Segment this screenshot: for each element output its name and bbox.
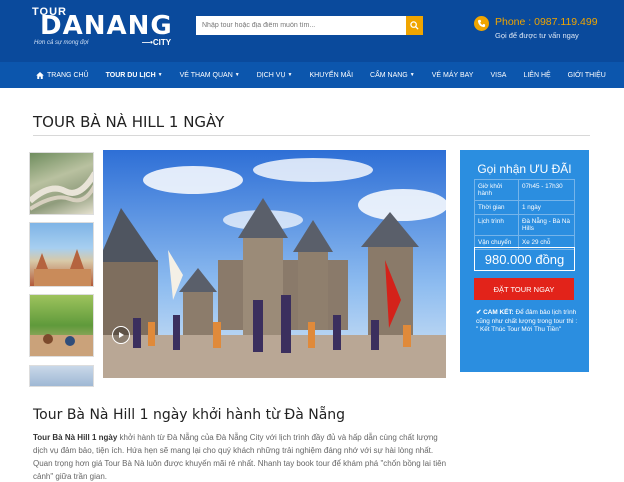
chevron-down-icon: ▼ (409, 72, 415, 78)
nav-label: TOUR DU LỊCH (105, 71, 156, 79)
search-input[interactable] (196, 16, 406, 35)
nav-visa[interactable]: VISA (490, 72, 506, 79)
article-heading: Tour Bà Nà Hill 1 ngày khởi hành từ Đà N… (33, 407, 346, 423)
nav-label: CẨM NANG (370, 71, 408, 79)
info-key: Lịch trình (475, 215, 519, 235)
nav-label: LIÊN HỆ (523, 71, 551, 79)
commitment-label: ✔ CAM KẾT: (476, 309, 514, 316)
phone-subtext: Gọi để được tư vấn ngay (495, 31, 579, 40)
nav-ve-may-bay[interactable]: VÉ MÁY BAY (432, 72, 474, 79)
nav-label: DỊCH VỤ (256, 71, 286, 79)
nav-label: KHUYẾN MÃI (309, 71, 354, 79)
info-row: Thời gian 1 ngày (475, 201, 574, 215)
hero-image[interactable] (103, 150, 446, 378)
booking-title: Gọi nhận ƯU ĐÃI (477, 162, 572, 176)
main-nav: TRANG CHỦ TOUR DU LỊCH ▼ VÉ THAM QUAN ▼ DỊ… (0, 62, 624, 88)
nav-home-label: TRANG CHỦ (47, 71, 89, 79)
article-lead: Tour Bà Nà Hill 1 ngày (33, 433, 118, 442)
logo-brand-text: DANANG (40, 11, 173, 41)
book-tour-button[interactable]: ĐẶT TOUR NGAY (474, 278, 574, 300)
chevron-down-icon: ▼ (287, 72, 293, 78)
info-value: Đà Nẵng - Bà Nà Hills (522, 218, 570, 232)
nav-tour-du-lich[interactable]: TOUR DU LỊCH ▼ (106, 72, 163, 79)
info-value: 1 ngày (522, 204, 541, 211)
nav-home[interactable]: TRANG CHỦ (36, 71, 89, 79)
gallery-thumbnail[interactable] (29, 365, 94, 387)
gallery-thumbnail[interactable] (29, 222, 94, 287)
nav-label: GIỚI THIỆU (567, 71, 606, 79)
info-key: Giờ khởi hành (475, 180, 519, 200)
info-value: 07h45 - 17h30 (522, 183, 563, 190)
search-button[interactable] (406, 16, 423, 35)
logo-city-text: —•CITY (142, 38, 172, 47)
title-divider (33, 135, 590, 136)
article-body: Tour Bà Nà Hill 1 ngày khởi hành từ Đà N… (33, 431, 453, 482)
nav-label: VÉ MÁY BAY (431, 71, 474, 79)
info-row: Lịch trình Đà Nẵng - Bà Nà Hills (475, 215, 574, 236)
chevron-down-icon: ▼ (157, 72, 163, 78)
nav-dich-vu[interactable]: DỊCH VỤ ▼ (257, 72, 293, 79)
play-icon (119, 332, 124, 338)
page-title: TOUR BÀ NÀ HILL 1 NGÀY (33, 113, 225, 131)
price-display: 980.000 đồng (474, 247, 575, 271)
nav-lien-he[interactable]: LIÊN HỆ (523, 72, 550, 79)
chevron-down-icon: ▼ (234, 72, 240, 78)
nav-gioi-thieu[interactable]: GIỚI THIỆU (568, 72, 606, 79)
home-icon (36, 71, 44, 79)
play-video-button[interactable] (112, 326, 130, 344)
nav-khuyen-mai[interactable]: KHUYẾN MÃI (309, 72, 353, 79)
info-row: Giờ khởi hành 07h45 - 17h30 (475, 180, 574, 201)
header: TOUR DANANG Hơn cả sự mong đợi —•CITY Ph… (0, 0, 624, 62)
gallery-thumbnail[interactable] (29, 152, 94, 215)
site-logo[interactable]: TOUR DANANG Hơn cả sự mong đợi —•CITY (32, 6, 172, 47)
search-icon (410, 21, 419, 30)
gallery-thumbnail[interactable] (29, 294, 94, 357)
nav-label: VISA (490, 71, 507, 79)
info-key: Thời gian (475, 201, 519, 214)
phone-icon (474, 16, 489, 31)
nav-ve-tham-quan[interactable]: VÉ THAM QUAN ▼ (180, 72, 240, 79)
search-bar (196, 16, 423, 35)
phone-number: Phone : 0987.119.499 (495, 16, 598, 28)
commitment-note: ✔ CAM KẾT: Để đảm bảo lịch trình cũng nh… (476, 309, 578, 335)
nav-cam-nang[interactable]: CẨM NANG ▼ (370, 72, 415, 79)
nav-label: VÉ THAM QUAN (179, 71, 233, 79)
tour-info-table: Giờ khởi hành 07h45 - 17h30 Thời gian 1 … (474, 179, 575, 250)
